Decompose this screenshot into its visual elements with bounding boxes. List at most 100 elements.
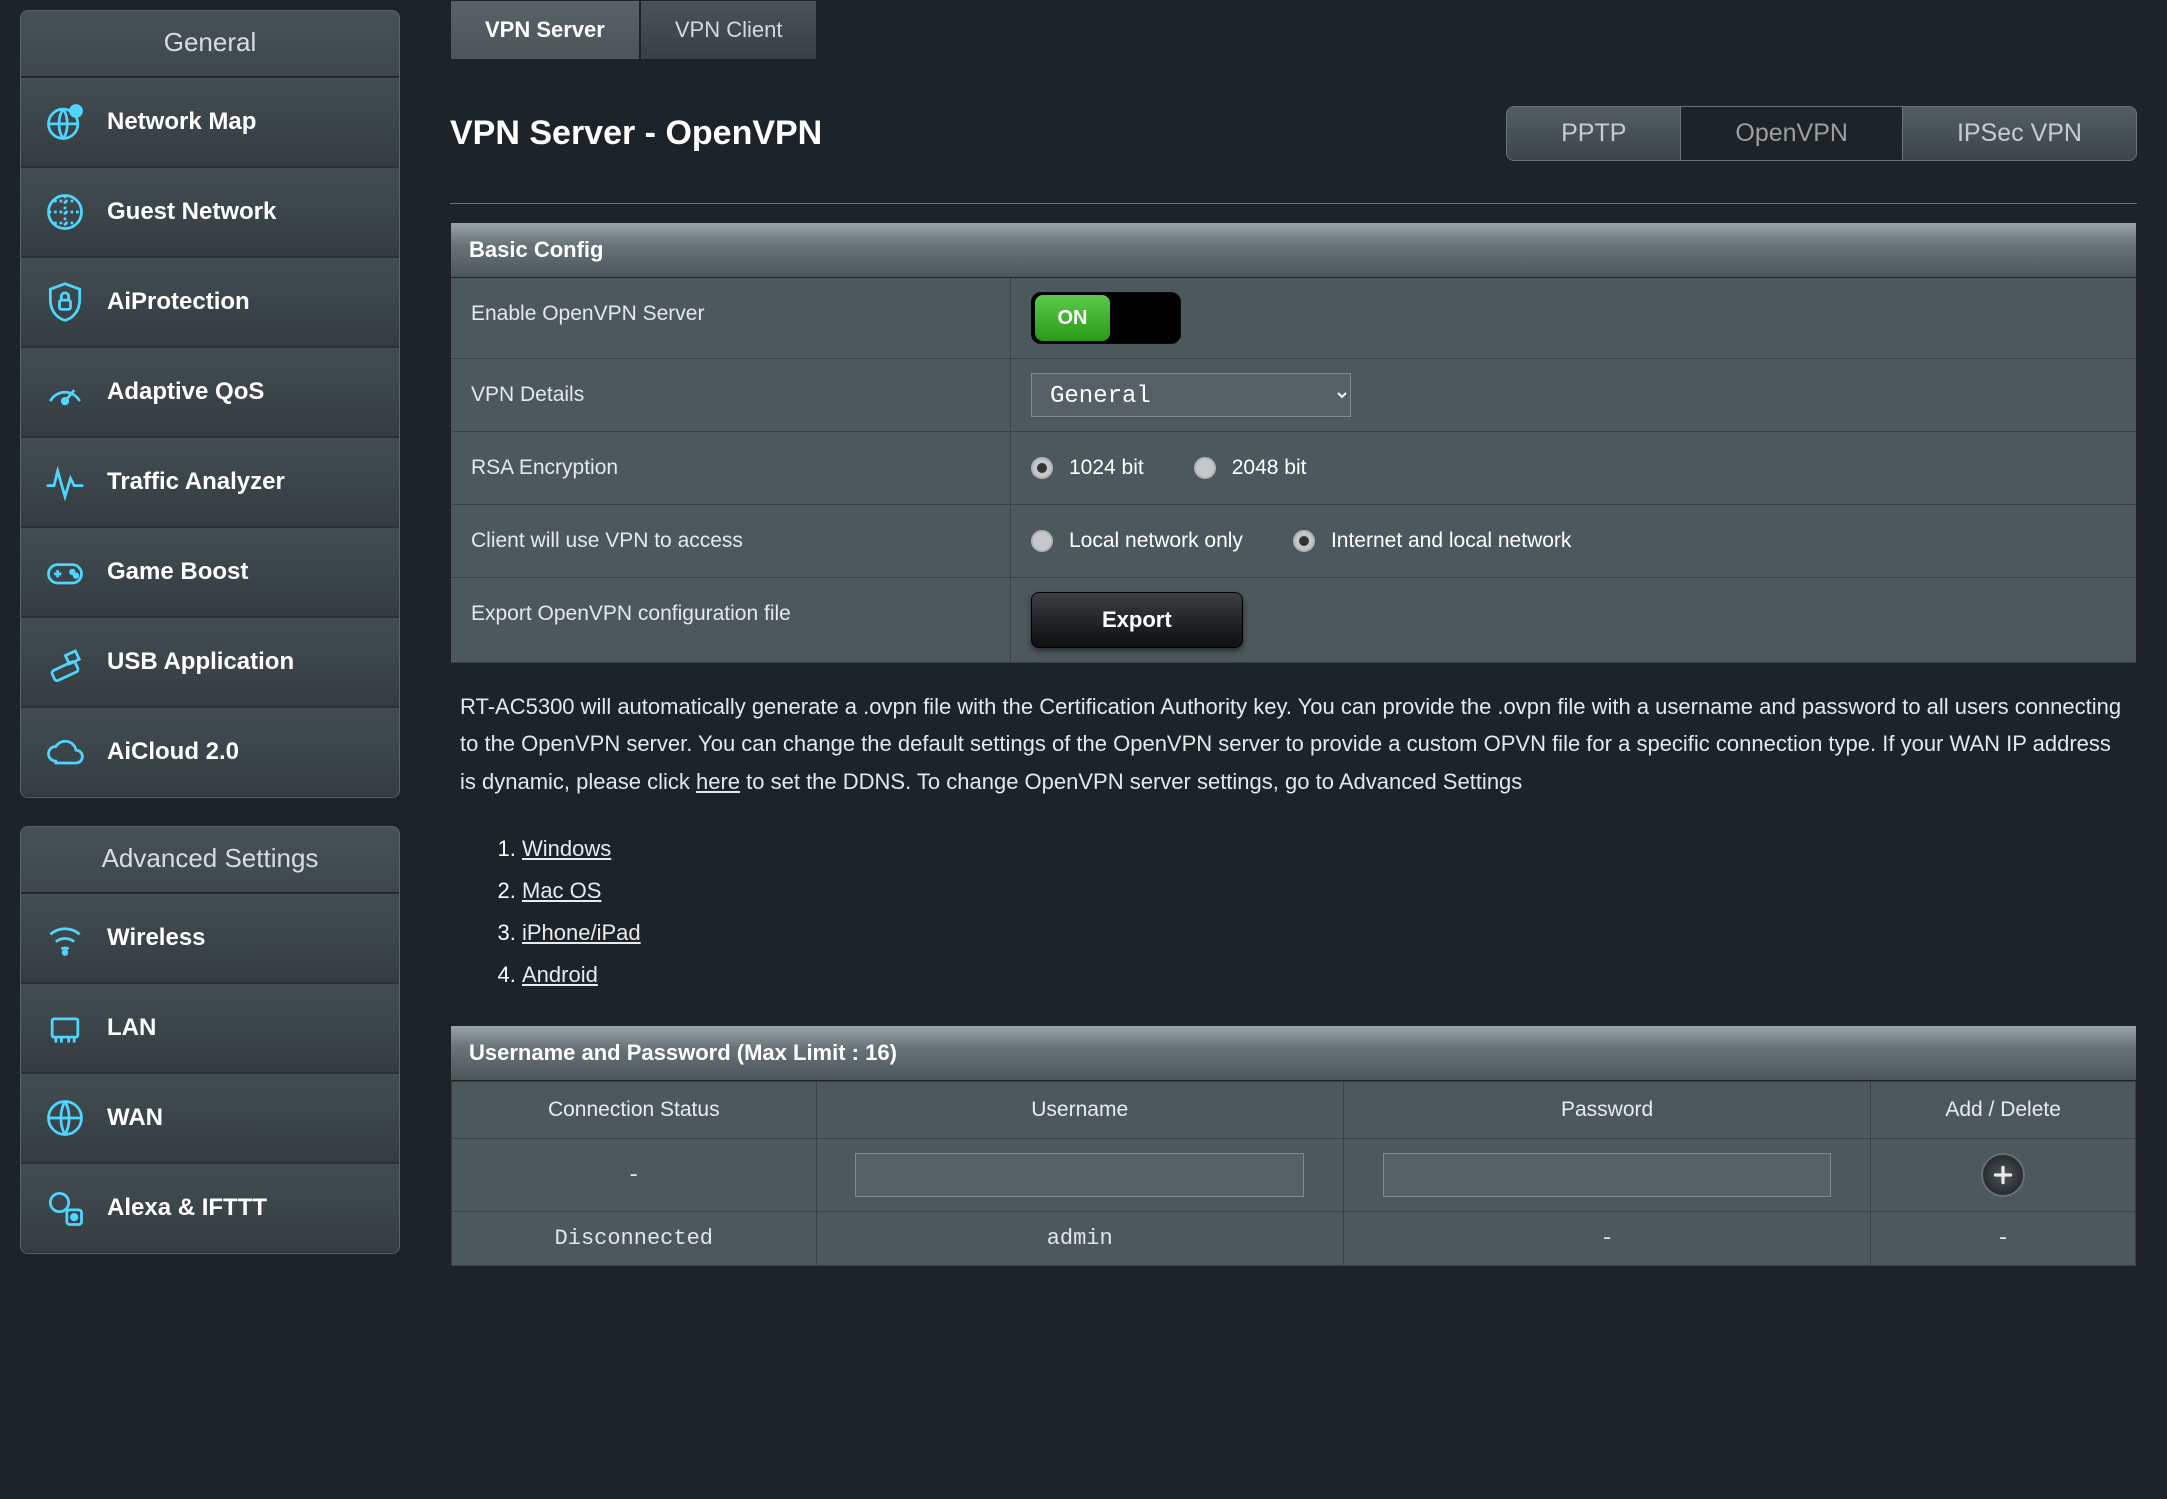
enable-openvpn-label: Enable OpenVPN Server xyxy=(451,278,1011,358)
sidebar-item-adaptive-qos[interactable]: Adaptive QoS xyxy=(21,347,399,437)
users-row: Disconnected admin - - xyxy=(452,1212,2136,1266)
usb-icon xyxy=(41,638,89,686)
sidebar-item-guest-network[interactable]: Guest Network xyxy=(21,167,399,257)
add-user-button[interactable] xyxy=(1981,1153,2025,1197)
sidebar-item-label: Game Boost xyxy=(107,558,248,586)
pulse-icon xyxy=(41,458,89,506)
sidebar-item-label: Adaptive QoS xyxy=(107,378,264,406)
segment-openvpn[interactable]: OpenVPN xyxy=(1681,107,1903,160)
users-header: Connection Status xyxy=(452,1082,817,1139)
sidebar-item-label: USB Application xyxy=(107,648,294,676)
wifi-icon xyxy=(41,914,89,962)
main-content: VPN ServerVPN Client VPN Server - OpenVP… xyxy=(420,0,2167,1311)
top-tabs: VPN ServerVPN Client xyxy=(450,0,2137,60)
sidebar-general-title: General xyxy=(21,11,399,77)
description-text: RT-AC5300 will automatically generate a … xyxy=(460,688,2127,800)
sidebar-item-network-map[interactable]: Network Map xyxy=(21,77,399,167)
sidebar-advanced-title: Advanced Settings xyxy=(21,827,399,893)
segment-pptp[interactable]: PPTP xyxy=(1507,107,1681,160)
access-option[interactable]: Local network only xyxy=(1031,529,1243,553)
radio-label: Internet and local network xyxy=(1331,529,1571,553)
ddns-here-link[interactable]: here xyxy=(696,769,740,794)
sidebar-item-label: Network Map xyxy=(107,108,256,136)
users-input-row: - xyxy=(452,1139,2136,1212)
sidebar-item-label: Wireless xyxy=(107,924,206,952)
sidebar-item-lan[interactable]: LAN xyxy=(21,983,399,1073)
vpn-details-label: VPN Details xyxy=(451,359,1011,431)
basic-config-title: Basic Config xyxy=(451,223,2136,278)
globe-grid-icon xyxy=(41,188,89,236)
vpn-type-segments: PPTPOpenVPNIPSec VPN xyxy=(1506,106,2137,161)
sidebar-general-group: General Network Map Guest Network AiProtec… xyxy=(20,10,400,798)
sidebar-item-label: WAN xyxy=(107,1104,163,1132)
sidebar-item-traffic-analyzer[interactable]: Traffic Analyzer xyxy=(21,437,399,527)
rsa-encryption-label: RSA Encryption xyxy=(451,432,1011,504)
radio-label: Local network only xyxy=(1069,529,1243,553)
username-input[interactable] xyxy=(855,1153,1304,1197)
os-link[interactable]: iPhone/iPad xyxy=(522,920,641,945)
radio-icon xyxy=(1194,457,1216,479)
sidebar: General Network Map Guest Network AiProtec… xyxy=(0,0,420,1311)
divider xyxy=(450,203,2137,204)
os-list-item: Mac OS xyxy=(522,870,2137,912)
enable-openvpn-toggle[interactable]: ON xyxy=(1031,292,1181,344)
sidebar-item-label: Traffic Analyzer xyxy=(107,468,285,496)
tab-vpn-client[interactable]: VPN Client xyxy=(640,0,818,60)
page-title: VPN Server - OpenVPN xyxy=(450,114,822,153)
users-table: Connection StatusUsernamePasswordAdd / D… xyxy=(451,1081,2136,1266)
users-header: Add / Delete xyxy=(1871,1082,2136,1139)
rsa-option[interactable]: 1024 bit xyxy=(1031,456,1144,480)
toggle-on-label: ON xyxy=(1035,295,1110,341)
os-link[interactable]: Android xyxy=(522,962,598,987)
access-option[interactable]: Internet and local network xyxy=(1293,529,1571,553)
sidebar-item-label: AiProtection xyxy=(107,288,250,316)
row-password: - xyxy=(1343,1212,1870,1266)
sidebar-item-aicloud-2-0[interactable]: AiCloud 2.0 xyxy=(21,707,399,797)
sidebar-item-wan[interactable]: WAN xyxy=(21,1073,399,1163)
radio-label: 2048 bit xyxy=(1232,456,1307,480)
cloud-icon xyxy=(41,728,89,776)
os-link[interactable]: Windows xyxy=(522,836,611,861)
sidebar-item-label: Guest Network xyxy=(107,198,276,226)
shield-lock-icon xyxy=(41,278,89,326)
vpn-details-select[interactable]: General xyxy=(1031,373,1351,417)
input-status: - xyxy=(452,1139,817,1212)
sidebar-item-label: Alexa & IFTTT xyxy=(107,1194,267,1222)
segment-ipsec-vpn[interactable]: IPSec VPN xyxy=(1903,107,2136,160)
export-config-label: Export OpenVPN configuration file xyxy=(451,578,1011,662)
globe-icon xyxy=(41,1094,89,1142)
vpn-access-label: Client will use VPN to access xyxy=(451,505,1011,577)
sidebar-item-label: LAN xyxy=(107,1014,156,1042)
sidebar-advanced-group: Advanced Settings Wireless LAN WAN Alexa & … xyxy=(20,826,400,1254)
users-header: Username xyxy=(816,1082,1343,1139)
os-list-item: Windows xyxy=(522,828,2137,870)
sidebar-item-aiprotection[interactable]: AiProtection xyxy=(21,257,399,347)
row-action: - xyxy=(1871,1212,2136,1266)
row-status: Disconnected xyxy=(452,1212,817,1266)
ethernet-icon xyxy=(41,1004,89,1052)
os-list: Windows Mac OS iPhone/iPad Android xyxy=(522,828,2137,995)
sidebar-item-alexa-ifttt[interactable]: Alexa & IFTTT xyxy=(21,1163,399,1253)
users-panel-title: Username and Password (Max Limit : 16) xyxy=(451,1026,2136,1081)
gauge-icon xyxy=(41,368,89,416)
password-input[interactable] xyxy=(1383,1153,1832,1197)
tab-vpn-server[interactable]: VPN Server xyxy=(450,0,640,60)
sidebar-item-game-boost[interactable]: Game Boost xyxy=(21,527,399,617)
basic-config-panel: Basic Config Enable OpenVPN Server ON VP… xyxy=(450,222,2137,664)
globe-pin-icon xyxy=(41,98,89,146)
sidebar-item-label: AiCloud 2.0 xyxy=(107,738,239,766)
users-panel: Username and Password (Max Limit : 16) C… xyxy=(450,1025,2137,1267)
rsa-option[interactable]: 2048 bit xyxy=(1194,456,1307,480)
row-username: admin xyxy=(816,1212,1343,1266)
os-list-item: Android xyxy=(522,954,2137,996)
sidebar-item-usb-application[interactable]: USB Application xyxy=(21,617,399,707)
os-list-item: iPhone/iPad xyxy=(522,912,2137,954)
radio-label: 1024 bit xyxy=(1069,456,1144,480)
users-header: Password xyxy=(1343,1082,1870,1139)
radio-icon xyxy=(1031,457,1053,479)
radio-icon xyxy=(1031,530,1053,552)
sidebar-item-wireless[interactable]: Wireless xyxy=(21,893,399,983)
alexa-icon xyxy=(41,1184,89,1232)
os-link[interactable]: Mac OS xyxy=(522,878,601,903)
export-button[interactable]: Export xyxy=(1031,592,1243,648)
